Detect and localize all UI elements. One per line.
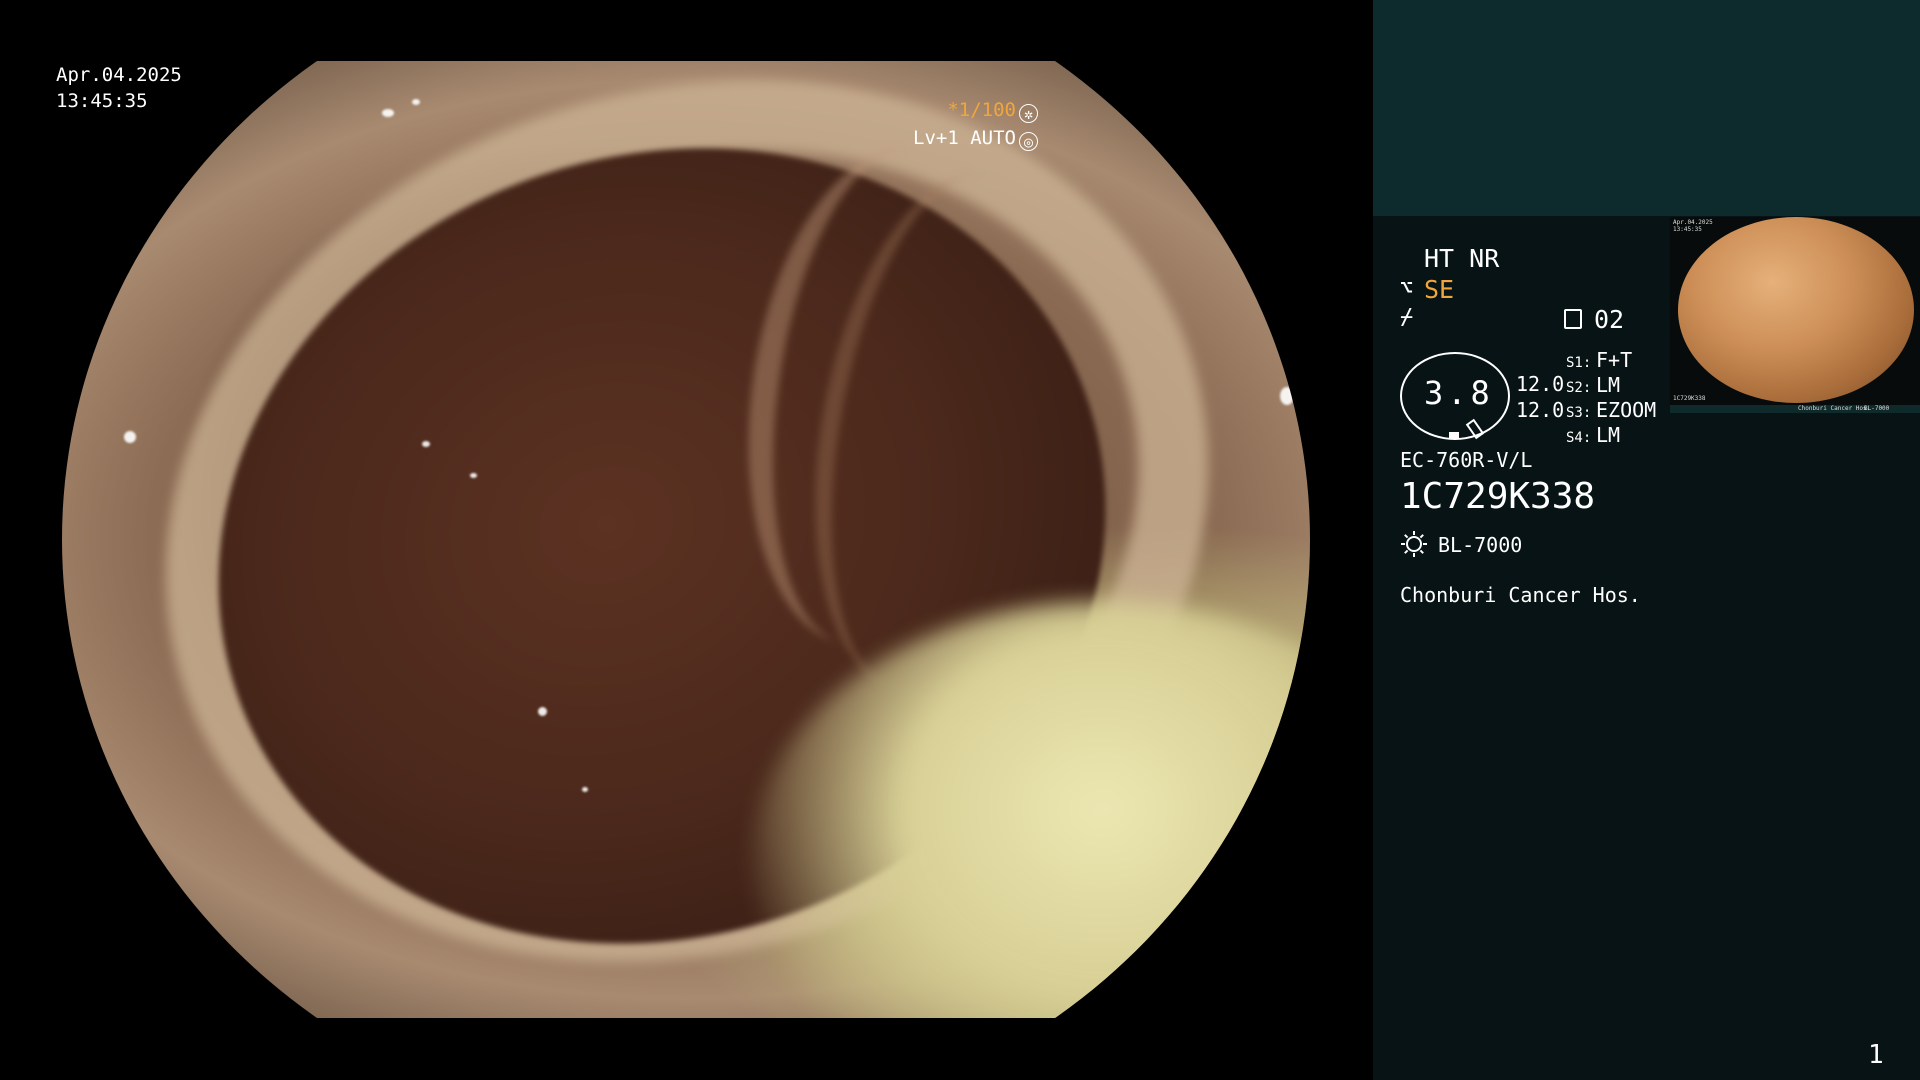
setting-row-s4: S4: LM <box>1566 423 1620 447</box>
thumbnail-footer: Chonburi Cancer Hos. <box>1798 405 1871 412</box>
light-reflection <box>422 441 430 447</box>
thumbnail-serial: 1C729K338 <box>1673 395 1706 402</box>
light-reflection <box>1280 387 1294 405</box>
setting-key: S3: <box>1566 405 1592 421</box>
light-reflection <box>124 431 136 443</box>
setting-value: EZOOM <box>1596 398 1657 422</box>
side-value-1: 12.0 <box>1516 372 1565 396</box>
light-source-model: BL-7000 <box>1438 533 1523 557</box>
thumbnail-light: BL-7000 <box>1864 405 1890 412</box>
setting-value: LM <box>1596 423 1621 447</box>
side-value-2: 12.0 <box>1516 398 1565 422</box>
page-number: 1 <box>1868 1040 1884 1070</box>
setting-key: S4: <box>1566 430 1592 446</box>
thumbnail-date: Apr.04.2025 <box>1673 219 1713 226</box>
thumbnail-time: 13:45:35 <box>1673 226 1702 233</box>
light-reflection <box>538 707 547 716</box>
exposure-indicator: *1/100 ✲ <box>947 99 1038 123</box>
capture-date: Apr.04.2025 <box>56 64 182 86</box>
setting-value: F+T <box>1596 348 1633 372</box>
gauge-value: 3.8 <box>1424 374 1494 412</box>
shutter-speed: *1/100 <box>947 99 1016 121</box>
brightness-level: Lv+1 AUTO <box>913 127 1016 149</box>
enhancement-label: HT NR <box>1424 244 1500 273</box>
light-reflection <box>382 109 394 117</box>
setting-row-s2: S2: LM <box>1566 373 1620 397</box>
light-reflection <box>412 99 420 105</box>
hospital-name: Chonburi Cancer Hos. <box>1400 583 1641 607</box>
thumbnail-image <box>1678 217 1914 403</box>
info-panel-header <box>1373 0 1920 216</box>
light-reflection <box>470 473 477 478</box>
setting-row-s1: S1: F+T <box>1566 348 1632 372</box>
scope-model: EC-760R-V/L <box>1400 448 1533 472</box>
structure-enhance-icon: ⌥ <box>1400 276 1414 301</box>
light-reflection <box>582 787 588 792</box>
setting-key: S1: <box>1566 355 1592 371</box>
freeze-icon: ⌿ <box>1400 305 1414 330</box>
gauge-marker <box>1449 432 1459 439</box>
preset-icon <box>1564 309 1582 329</box>
mode-label: SE <box>1424 275 1455 304</box>
setting-row-s3: S3: EZOOM <box>1566 398 1656 422</box>
aperture-icon: ✲ <box>1019 104 1038 123</box>
light-source-icon <box>1401 531 1427 557</box>
brightness-indicator: Lv+1 AUTO ◎ <box>913 127 1038 151</box>
preset-number: 02 <box>1594 305 1625 334</box>
scope-serial-number: 1C729K338 <box>1400 476 1596 517</box>
setting-key: S2: <box>1566 380 1592 396</box>
capture-time: 13:45:35 <box>56 90 148 112</box>
auto-iris-icon: ◎ <box>1019 132 1038 151</box>
capture-datetime: Apr.04.2025 13:45:35 <box>56 62 182 114</box>
image-thumbnail[interactable]: Apr.04.2025 13:45:35 1C729K338 Chonburi … <box>1670 217 1920 413</box>
endoscopy-image <box>62 61 1310 1018</box>
setting-value: LM <box>1596 373 1621 397</box>
